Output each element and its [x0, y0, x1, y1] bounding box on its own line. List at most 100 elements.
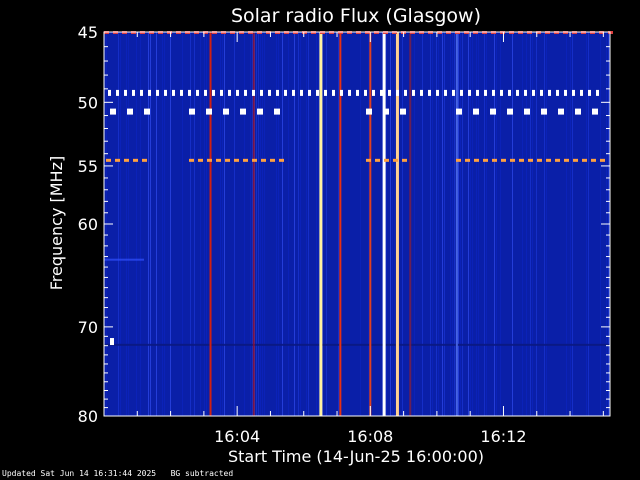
- noise-streak: [454, 32, 455, 416]
- noise-streak: [306, 32, 307, 416]
- noise-streak: [150, 32, 151, 416]
- interference-block: [189, 108, 195, 115]
- interference-block: [490, 108, 496, 115]
- interference-block: [274, 108, 280, 115]
- interference-dash: [600, 158, 605, 162]
- noise-streak: [566, 32, 567, 416]
- interference-dash: [252, 158, 257, 162]
- interference-line-4: [110, 338, 114, 346]
- noise-streak: [468, 32, 469, 416]
- interference-dash: [106, 158, 111, 162]
- interference-dot: [460, 89, 463, 96]
- noise-streak: [392, 32, 393, 416]
- burst-line-2: [319, 32, 323, 416]
- noise-streak: [486, 32, 487, 416]
- interference-dot: [156, 89, 159, 96]
- interference-dot: [364, 89, 367, 96]
- noise-streak: [326, 32, 327, 416]
- noise-streak: [258, 32, 259, 416]
- interference-dot: [244, 89, 247, 96]
- interference-dash: [474, 158, 479, 162]
- interference-dot: [124, 89, 127, 96]
- interference-dot: [564, 89, 567, 96]
- interference-dot: [204, 89, 207, 96]
- y-tick-label: 50: [78, 93, 98, 112]
- noise-streak: [546, 32, 547, 416]
- interference-dot: [356, 89, 359, 96]
- interference-dot: [148, 89, 151, 96]
- x-axis-label: Start Time (14-Jun-25 16:00:00): [228, 447, 484, 466]
- interference-dot: [556, 89, 559, 96]
- noise-streak: [318, 32, 319, 416]
- interference-block: [127, 108, 133, 115]
- interference-dash: [582, 158, 587, 162]
- interference-dot: [276, 89, 279, 96]
- burst-line-6: [395, 32, 399, 416]
- noise-streak: [588, 32, 589, 416]
- interference-dash: [142, 158, 147, 162]
- noise-streak: [170, 32, 171, 416]
- interference-dash: [456, 158, 461, 162]
- interference-block: [206, 108, 212, 115]
- noise-streak: [156, 32, 157, 416]
- noise-streak: [250, 32, 251, 416]
- interference-dash: [591, 158, 596, 162]
- interference-dash: [124, 158, 129, 162]
- interference-block: [558, 108, 564, 115]
- noise-streak: [200, 32, 201, 416]
- interference-dot: [412, 89, 415, 96]
- interference-dot: [500, 89, 503, 96]
- interference-dot: [588, 89, 591, 96]
- interference-dash: [207, 158, 212, 162]
- noise-streak: [276, 32, 277, 416]
- interference-dot: [572, 89, 575, 96]
- interference-block: [456, 108, 462, 115]
- interference-dot: [252, 89, 255, 96]
- noise-streak: [512, 32, 513, 416]
- noise-streak: [496, 32, 497, 416]
- interference-dot: [316, 89, 319, 96]
- noise-streak: [532, 32, 533, 416]
- noise-streak: [436, 32, 437, 416]
- interference-dash: [225, 158, 230, 162]
- interference-dot: [332, 89, 335, 96]
- interference-dash: [492, 158, 497, 162]
- noise-streak: [140, 32, 141, 416]
- noise-streak: [120, 32, 121, 416]
- interference-dash: [216, 158, 221, 162]
- interference-dash: [393, 158, 398, 162]
- interference-dot: [164, 89, 167, 96]
- noise-streak: [438, 32, 439, 416]
- interference-dot: [196, 89, 199, 96]
- y-axis-label: Frequency [MHz]: [47, 156, 66, 290]
- noise-streak: [136, 32, 137, 416]
- interference-dot: [228, 89, 231, 96]
- interference-dot: [132, 89, 135, 96]
- interference-dot: [580, 89, 583, 96]
- noise-streak: [572, 32, 573, 416]
- noise-streak: [462, 32, 463, 416]
- interference-dot: [428, 89, 431, 96]
- noise-streak: [544, 32, 545, 416]
- noise-streak: [484, 32, 485, 416]
- noise-streak: [206, 32, 207, 416]
- noise-streak: [204, 32, 205, 416]
- interference-dash: [384, 158, 389, 162]
- interference-block: [257, 108, 263, 115]
- interference-dot: [220, 89, 223, 96]
- interference-dash: [537, 158, 542, 162]
- noise-streak: [222, 32, 223, 416]
- interference-block: [507, 108, 513, 115]
- burst-line-0: [209, 32, 212, 416]
- interference-dash: [546, 158, 551, 162]
- noise-streak: [298, 32, 299, 416]
- burst-line-1: [252, 32, 255, 416]
- burst-line-5: [382, 32, 386, 416]
- noise-streak: [478, 32, 479, 416]
- noise-streak: [162, 32, 163, 416]
- interference-dash: [528, 158, 533, 162]
- interference-dot: [524, 89, 527, 96]
- y-tick-label: 55: [78, 157, 98, 176]
- interference-dot: [268, 89, 271, 96]
- noise-streak: [476, 32, 477, 416]
